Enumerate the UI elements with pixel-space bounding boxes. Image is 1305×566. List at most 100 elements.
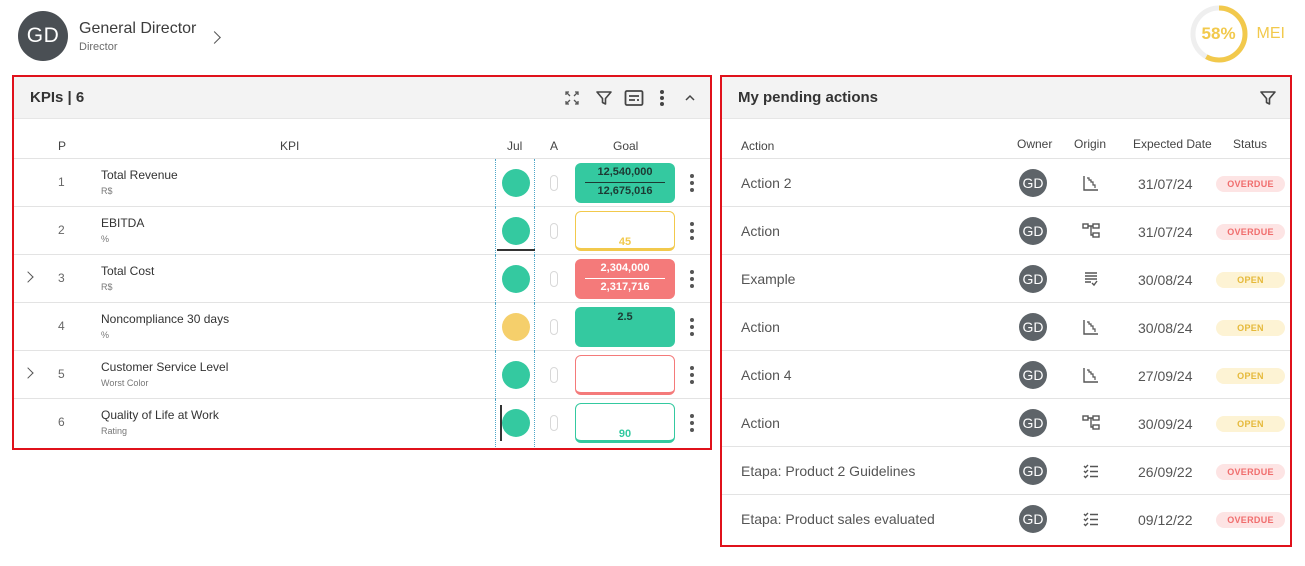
goal-cell[interactable]: 2.5 (575, 307, 675, 347)
action-name[interactable]: Example (741, 271, 795, 287)
goal-cell[interactable]: 90 (575, 403, 675, 443)
attachment-icon[interactable] (550, 319, 558, 335)
kpi-name[interactable]: Noncompliance 30 days (101, 312, 229, 326)
action-row[interactable]: Etapa: Product sales evaluated GD 09/12/22… (722, 495, 1290, 543)
kpi-row[interactable]: 4 Noncompliance 30 days% 2.5 (14, 303, 710, 351)
more-vertical-icon[interactable] (690, 270, 694, 288)
filter-icon[interactable] (1256, 86, 1280, 110)
more-vertical-icon[interactable] (690, 414, 694, 432)
checklist-icon[interactable] (1081, 509, 1101, 529)
col-header-owner[interactable]: Owner (1017, 137, 1052, 151)
attachment-icon[interactable] (550, 367, 558, 383)
collapse-icon[interactable] (680, 86, 700, 110)
kpi-name[interactable]: Total Revenue (101, 168, 178, 182)
expand-icon[interactable] (560, 86, 584, 110)
filter-icon[interactable] (592, 86, 616, 110)
chart-icon[interactable] (1081, 365, 1101, 385)
expand-row-icon[interactable] (22, 367, 34, 379)
month-status-cell[interactable] (495, 159, 535, 207)
status-dot[interactable] (502, 169, 530, 197)
owner-avatar[interactable]: GD (1019, 361, 1047, 389)
more-vertical-icon[interactable] (652, 86, 672, 110)
owner-avatar[interactable]: GD (1019, 265, 1047, 293)
kpi-row[interactable]: 2 EBITDA% 45 (14, 207, 710, 255)
expand-row-icon[interactable] (22, 271, 34, 283)
owner-avatar[interactable]: GD (1019, 169, 1047, 197)
kpi-unit: Worst Color (101, 378, 149, 388)
chart-icon[interactable] (1081, 173, 1101, 193)
action-row[interactable]: Action GD 30/09/24 OPEN (722, 399, 1290, 447)
status-dot[interactable] (502, 265, 530, 293)
user-header[interactable]: GD General Director Director (18, 11, 222, 61)
status-dot[interactable] (502, 361, 530, 389)
kpi-row[interactable]: 1 Total Revenue R$ 12,540,000 12,675,016 (14, 159, 710, 207)
action-name[interactable]: Action (741, 415, 780, 431)
attachment-icon[interactable] (550, 271, 558, 287)
more-vertical-icon[interactable] (690, 318, 694, 336)
status-dot[interactable] (502, 217, 530, 245)
status-dot[interactable] (502, 409, 530, 437)
kpi-name[interactable]: Customer Service Level (101, 360, 228, 374)
action-row[interactable]: Example GD 30/08/24 OPEN (722, 255, 1290, 303)
month-status-cell[interactable] (495, 255, 535, 303)
action-row[interactable]: Action 4 GD 27/09/24 OPEN (722, 351, 1290, 399)
chevron-right-icon[interactable] (208, 30, 222, 44)
owner-avatar[interactable]: GD (1019, 505, 1047, 533)
kpi-priority: 3 (58, 271, 65, 285)
col-header-date[interactable]: Expected Date (1133, 137, 1212, 151)
month-status-cell[interactable] (495, 207, 535, 255)
month-status-cell[interactable] (495, 303, 535, 351)
kpi-name[interactable]: Total Cost (101, 264, 154, 278)
owner-avatar[interactable]: GD (1019, 409, 1047, 437)
action-row[interactable]: Action GD 30/08/24 OPEN (722, 303, 1290, 351)
status-dot[interactable] (502, 313, 530, 341)
avatar[interactable]: GD (18, 11, 68, 61)
hierarchy-icon[interactable] (1081, 221, 1101, 241)
attachment-icon[interactable] (550, 175, 558, 191)
month-status-cell[interactable] (495, 399, 535, 447)
kpi-row[interactable]: 3 Total Cost R$ 2,304,000 2,317,716 (14, 255, 710, 303)
goal-cell[interactable]: 12,540,000 12,675,016 (575, 163, 675, 203)
owner-avatar[interactable]: GD (1019, 313, 1047, 341)
checklist-icon[interactable] (1081, 461, 1101, 481)
action-name[interactable]: Action (741, 319, 780, 335)
kpi-name[interactable]: EBITDA (101, 216, 144, 230)
more-vertical-icon[interactable] (690, 222, 694, 240)
col-header-action[interactable]: Action (741, 139, 774, 153)
kpi-row[interactable]: 6 Quality of Life at Work Rating 90 (14, 399, 710, 447)
action-name[interactable]: Etapa: Product sales evaluated (741, 511, 935, 527)
attachment-icon[interactable] (550, 415, 558, 431)
col-header-month[interactable]: Jul (507, 139, 522, 153)
col-header-kpi: KPI (280, 139, 300, 153)
kpi-name[interactable]: Quality of Life at Work (101, 408, 219, 422)
action-row[interactable]: Action 2 GD 31/07/24 OVERDUE (722, 159, 1290, 207)
subtitles-icon[interactable] (622, 86, 646, 110)
action-name[interactable]: Action (741, 223, 780, 239)
action-name[interactable]: Action 4 (741, 367, 792, 383)
status-badge: OPEN (1216, 272, 1285, 288)
owner-avatar[interactable]: GD (1019, 217, 1047, 245)
action-row[interactable]: Action GD 31/07/24 OVERDUE (722, 207, 1290, 255)
action-name[interactable]: Etapa: Product 2 Guidelines (741, 463, 915, 479)
goal-divider (585, 278, 665, 279)
kpi-unit: Rating (101, 426, 128, 436)
goal-cell[interactable] (575, 355, 675, 395)
mei-indicator[interactable]: 58% MEI (1189, 4, 1285, 64)
hierarchy-icon[interactable] (1081, 413, 1101, 433)
attachment-icon[interactable] (550, 223, 558, 239)
owner-avatar[interactable]: GD (1019, 457, 1047, 485)
more-vertical-icon[interactable] (690, 174, 694, 192)
chart-icon[interactable] (1081, 317, 1101, 337)
action-row[interactable]: Etapa: Product 2 Guidelines GD 26/09/22 OVE… (722, 447, 1290, 495)
col-header-status[interactable]: Status (1233, 137, 1267, 151)
kpi-unit: % (101, 330, 110, 340)
kpi-unit: % (101, 234, 110, 244)
action-name[interactable]: Action 2 (741, 175, 792, 191)
goal-cell[interactable]: 45 (575, 211, 675, 251)
col-header-origin[interactable]: Origin (1074, 137, 1106, 151)
document-check-icon[interactable] (1081, 269, 1101, 289)
more-vertical-icon[interactable] (690, 366, 694, 384)
kpi-row[interactable]: 5 Customer Service Level Worst Color (14, 351, 710, 399)
goal-cell[interactable]: 2,304,000 2,317,716 (575, 259, 675, 299)
month-status-cell[interactable] (495, 351, 535, 399)
